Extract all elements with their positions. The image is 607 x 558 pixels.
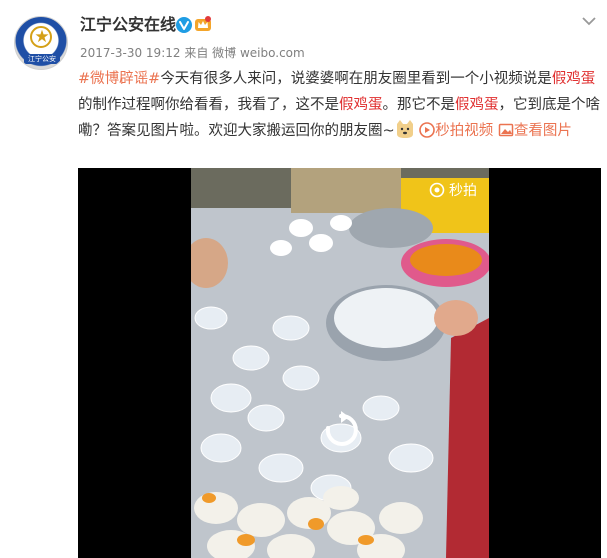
replay-icon[interactable] (321, 410, 361, 450)
post-timestamp[interactable]: 2017-3-30 19:12 (80, 46, 181, 60)
camera-icon (429, 182, 445, 198)
video-link-icon (419, 122, 436, 138)
doge-emoji-icon (396, 120, 413, 138)
keyword-link[interactable]: 假鸡蛋 (552, 71, 596, 87)
post-text-segment: 的制作过程啊你给看看，我看了，这不是 (78, 97, 339, 113)
video-brand-overlay: 秒拍 (429, 180, 477, 200)
video-link[interactable]: 秒拍视频 (419, 122, 494, 139)
keyword-link[interactable]: 假鸡蛋 (455, 97, 499, 113)
video-frame-image: 秒拍 (191, 168, 489, 558)
image-link-icon (498, 123, 514, 137)
avatar-label: 江宁公安 (24, 54, 60, 64)
account-name[interactable]: 江宁公安在线 (80, 14, 176, 36)
video-still (191, 168, 489, 558)
view-images-label: 查看图片 (513, 123, 572, 139)
post-text-segment: 。那它不是 (382, 97, 456, 113)
post-body: #微博辟谣#今天有很多人来问，说婆婆啊在朋友圈里看到一个小视频说是假鸡蛋的制作过… (78, 66, 600, 144)
video-link-label: 秒拍视频 (435, 123, 494, 139)
avatar[interactable]: ★ 江宁公安 (14, 16, 68, 70)
chevron-down-icon[interactable] (582, 16, 596, 26)
crown-icon[interactable] (194, 15, 212, 33)
verified-v-icon (176, 17, 192, 33)
video-brand-label: 秒拍 (449, 183, 477, 199)
view-images-link[interactable]: 查看图片 (498, 123, 572, 139)
post-source[interactable]: 微博 weibo.com (212, 46, 305, 60)
source-prefix: 来自 (184, 46, 209, 60)
keyword-link[interactable]: 假鸡蛋 (339, 97, 383, 113)
star-icon: ★ (34, 27, 50, 47)
post-text-segment: 今天有很多人来问，说婆婆啊在朋友圈里看到一个小视频说是 (160, 71, 552, 87)
hashtag-link[interactable]: #微博辟谣# (78, 71, 160, 87)
video-player[interactable]: 秒拍 (78, 168, 601, 558)
post-meta: 2017-3-30 19:12 来自 微博 weibo.com (80, 44, 305, 62)
